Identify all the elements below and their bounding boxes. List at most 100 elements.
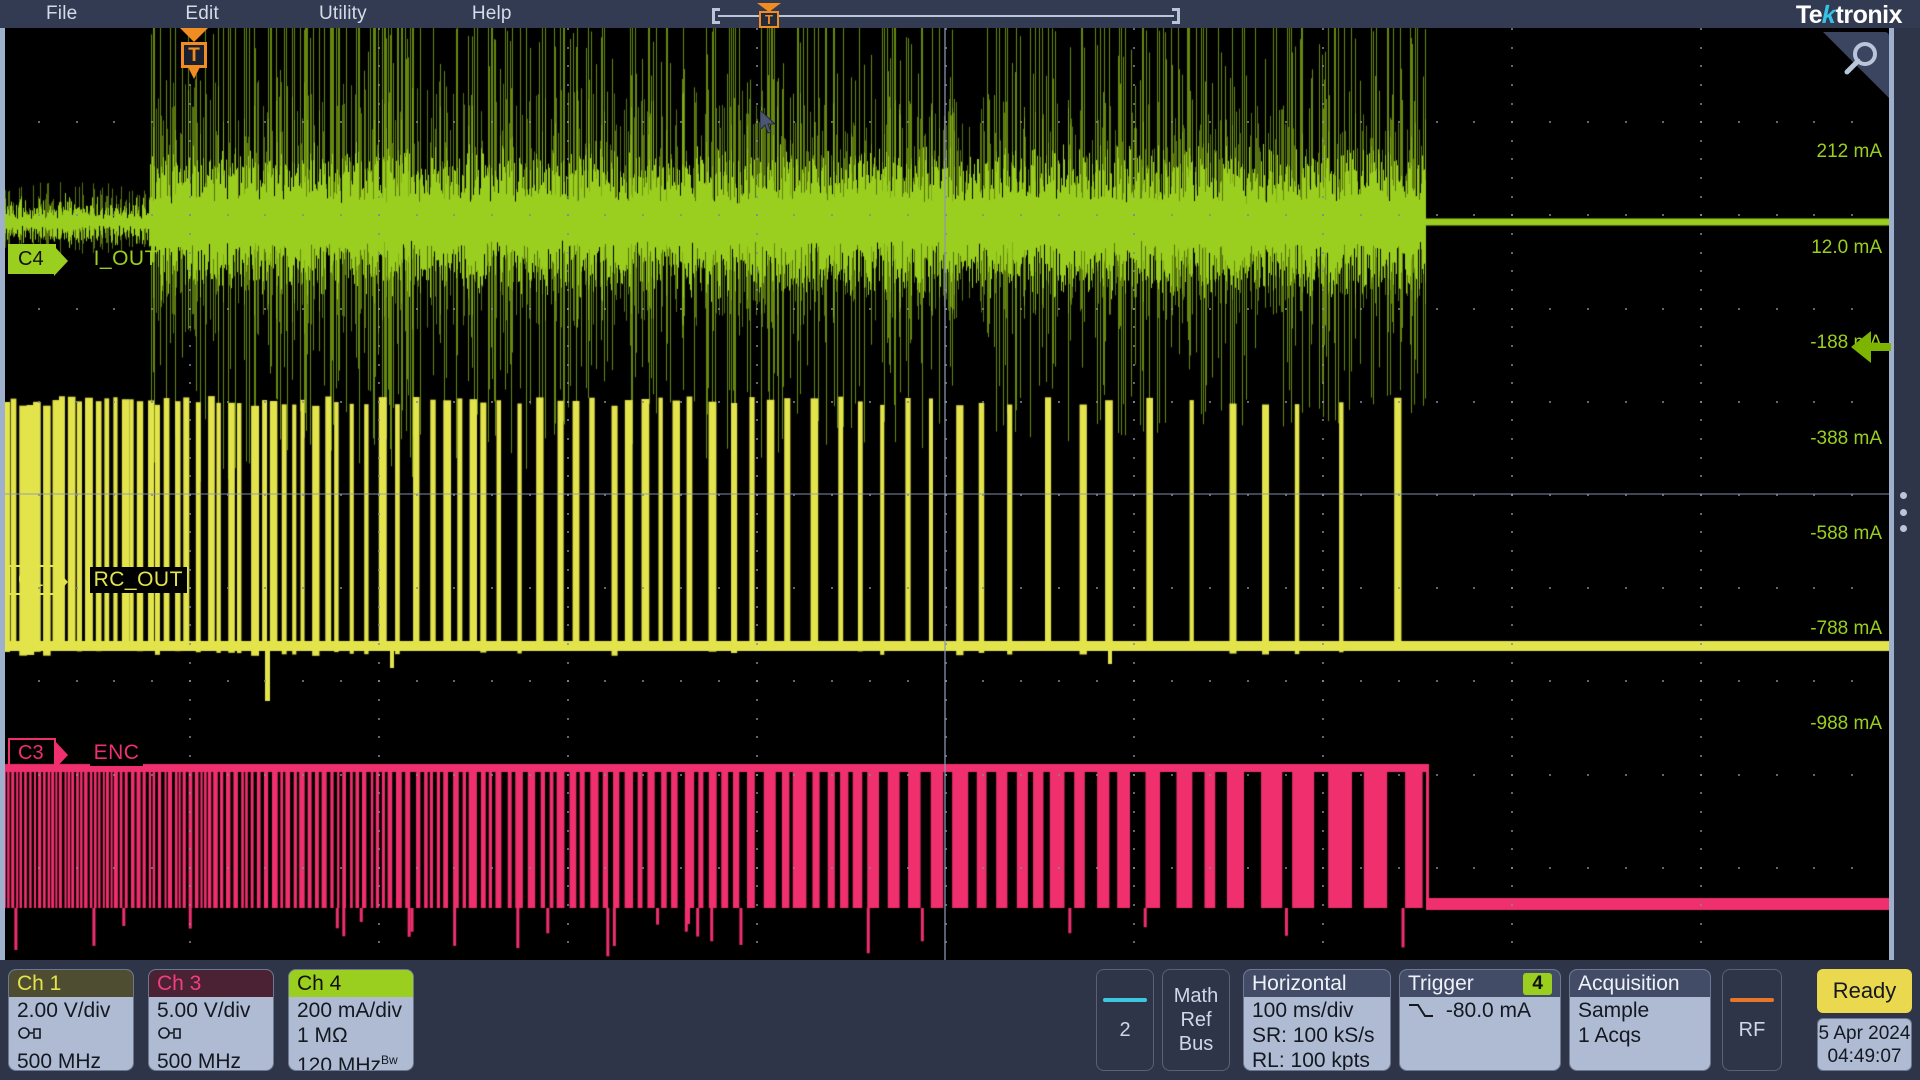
- waveform-graticule[interactable]: T C4I_OUT C1RC_OUT C3ENC 212 mA12.0 mA-1…: [0, 28, 1894, 960]
- trigger-level-row: -80.0 mA: [1408, 998, 1552, 1023]
- time-label: 04:49:07: [1828, 1045, 1902, 1068]
- horizontal-body: 100 ms/div SR: 100 kS/s RL: 100 kpts: [1244, 997, 1390, 1071]
- ref-label: Ref: [1180, 1008, 1211, 1032]
- trigger-source-badge: 4: [1523, 973, 1552, 995]
- oscilloscope-screen: File Edit Utility Help T Tektronix T C4I…: [0, 0, 1920, 1080]
- horizontal-settings-badge[interactable]: Horizontal 100 ms/div SR: 100 kS/s RL: 1…: [1243, 969, 1391, 1071]
- channel-badge-c1[interactable]: C1 RC_OUT: [8, 565, 187, 595]
- vertical-scale-label: 12.0 mA: [1811, 237, 1882, 259]
- handle-dot-3: [1900, 525, 1907, 532]
- channel-settings-ch3[interactable]: Ch 3 5.00 V/div 500 MHz: [148, 969, 274, 1071]
- ch3-header: Ch 3: [149, 970, 273, 997]
- menu-item-help[interactable]: Help: [466, 3, 518, 25]
- logo-text-2: tronix: [1836, 1, 1902, 29]
- ch1-bandwidth: 500 MHz: [17, 1049, 125, 1071]
- trigger-marker-label: T: [181, 42, 207, 68]
- ch3-label: Ch 3: [157, 972, 201, 996]
- math-label: Math: [1174, 984, 1218, 1008]
- handle-dot-2: [1900, 509, 1907, 516]
- acquisition-count: 1 Acqs: [1578, 1023, 1702, 1048]
- channel-tag[interactable]: C1: [8, 565, 56, 595]
- acquisition-header: Acquisition: [1570, 970, 1710, 997]
- ch1-header: Ch 1: [9, 970, 133, 997]
- acquisition-status-button[interactable]: Ready: [1817, 969, 1912, 1013]
- horizontal-scale: 100 ms/div: [1252, 998, 1382, 1023]
- trigger-position-marker[interactable]: T: [179, 28, 209, 90]
- logo-text-1: Te: [1796, 1, 1822, 29]
- ch4-impedance: 1 MΩ: [297, 1023, 405, 1048]
- date-label: 5 Apr 2024: [1819, 1022, 1911, 1045]
- channel-name-label: I_OUT: [90, 246, 162, 272]
- ch4-bw-flag: Bw: [381, 1053, 398, 1067]
- channel-tag[interactable]: C4: [8, 244, 56, 274]
- acquisition-body: Sample 1 Acqs: [1570, 997, 1710, 1048]
- trigger-header: Trigger 4: [1400, 970, 1560, 997]
- record-start-bracket: [712, 8, 715, 24]
- channel-name-label: ENC: [90, 740, 144, 766]
- horizontal-title: Horizontal: [1252, 972, 1347, 996]
- channel-settings-ch4[interactable]: Ch 4 200 mA/div 1 MΩ 120 MHzBw: [288, 969, 414, 1071]
- trigger-marker-label: T: [759, 11, 779, 28]
- zoom-magnifier-icon[interactable]: [1823, 32, 1889, 98]
- trigger-level-value: -80.0 mA: [1446, 999, 1531, 1022]
- probe-icon: [157, 1023, 265, 1049]
- ch4-header: Ch 4: [289, 970, 413, 997]
- rf-badge[interactable]: RF: [1722, 969, 1782, 1071]
- ch4-scale: 200 mA/div: [297, 998, 405, 1023]
- status-badge: Ready: [1833, 978, 1897, 1004]
- magnifier-glyph-icon: [1823, 32, 1889, 98]
- channel-tag-label: C4: [18, 249, 44, 269]
- trigger-title: Trigger: [1408, 972, 1474, 996]
- falling-edge-icon: [1408, 1002, 1434, 1020]
- right-edge-drag-handle[interactable]: [1894, 492, 1912, 532]
- digital-label: 2: [1119, 1018, 1130, 1042]
- vertical-scale-label: -788 mA: [1810, 618, 1882, 640]
- graticule-left-border: [0, 28, 5, 960]
- ch3-scale: 5.00 V/div: [157, 998, 265, 1023]
- trigger-level-indicator[interactable]: [1851, 331, 1891, 363]
- menu-item-file[interactable]: File: [40, 3, 83, 25]
- vertical-scale-label: -588 mA: [1810, 523, 1882, 545]
- record-track-line: [718, 15, 1174, 17]
- ch1-scale: 2.00 V/div: [17, 998, 125, 1023]
- ch3-bandwidth: 500 MHz: [157, 1049, 265, 1071]
- bottom-settings-bar: Ch 1 2.00 V/div 500 MHz Ch 3 5.00 V/div: [0, 960, 1920, 1080]
- probe-icon: [17, 1023, 125, 1049]
- vertical-scale-label: -988 mA: [1810, 713, 1882, 735]
- ch4-body: 200 mA/div 1 MΩ 120 MHzBw: [289, 997, 413, 1071]
- ch4-bandwidth: 120 MHz: [297, 1054, 381, 1071]
- datetime-display: 5 Apr 2024 04:49:07: [1817, 1018, 1912, 1071]
- menu-item-utility[interactable]: Utility: [313, 3, 373, 25]
- vertical-scale-label: 212 mA: [1817, 141, 1882, 163]
- channel-badge-c3[interactable]: C3 ENC: [8, 738, 143, 768]
- handle-dot-1: [1900, 492, 1907, 499]
- record-end-bracket: [1177, 8, 1180, 24]
- horizontal-header: Horizontal: [1244, 970, 1390, 997]
- trigger-arrow-icon: [180, 28, 208, 42]
- channel-tag-label: C1: [18, 570, 44, 590]
- trigger-settings-badge[interactable]: Trigger 4 -80.0 mA: [1399, 969, 1561, 1071]
- digital-color-swatch: [1103, 998, 1147, 1002]
- horizontal-sample-rate: SR: 100 kS/s: [1252, 1023, 1382, 1048]
- math-ref-bus-badge[interactable]: Math Ref Bus: [1162, 969, 1230, 1071]
- acquisition-settings-badge[interactable]: Acquisition Sample 1 Acqs: [1569, 969, 1711, 1071]
- ch3-body: 5.00 V/div 500 MHz: [149, 997, 273, 1071]
- digital-channel-badge[interactable]: 2: [1096, 969, 1154, 1071]
- channel-settings-ch1[interactable]: Ch 1 2.00 V/div 500 MHz: [8, 969, 134, 1071]
- channel-name-label: RC_OUT: [90, 567, 187, 593]
- trigger-body: -80.0 mA: [1400, 997, 1560, 1023]
- menu-item-edit[interactable]: Edit: [179, 3, 225, 25]
- ch1-body: 2.00 V/div 500 MHz: [9, 997, 133, 1071]
- trigger-marker-stem-icon: [188, 67, 200, 79]
- channel-badge-c4[interactable]: C4 I_OUT: [8, 244, 162, 274]
- channel-tag-label: C3: [18, 743, 44, 763]
- ch4-label: Ch 4: [297, 972, 341, 996]
- record-navigation-bar[interactable]: T: [712, 4, 1180, 28]
- rf-color-swatch: [1730, 998, 1774, 1002]
- horizontal-record-length: RL: 100 kpts: [1252, 1048, 1382, 1071]
- acquisition-title: Acquisition: [1578, 972, 1680, 996]
- graticule-center-horizontal: [0, 493, 1889, 495]
- channel-tag[interactable]: C3: [8, 738, 56, 768]
- vertical-scale-label: -388 mA: [1810, 428, 1882, 450]
- acquisition-mode: Sample: [1578, 998, 1702, 1023]
